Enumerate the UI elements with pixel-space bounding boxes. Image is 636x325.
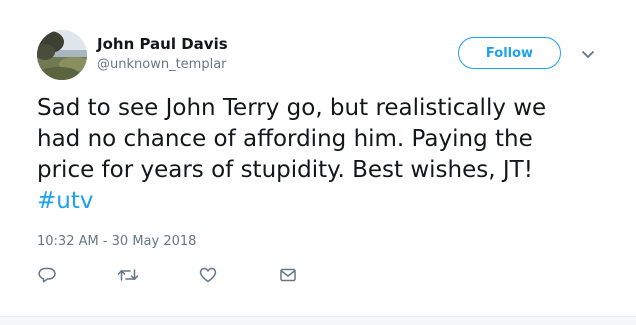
tweet-text-line: had no chance of affording him. Paying t… xyxy=(37,126,533,152)
tweet-timestamp[interactable]: 10:32 AM - 30 May 2018 xyxy=(37,234,196,249)
tweet-card: John Paul Davis @unknown_templar Follow … xyxy=(0,0,636,317)
reply-icon[interactable] xyxy=(37,266,57,284)
tweet-text-line: Sad to see John Terry go, but realistica… xyxy=(37,95,547,121)
chevron-down-icon[interactable] xyxy=(580,46,596,58)
tweet-text: Sad to see John Terry go, but realistica… xyxy=(37,93,617,217)
avatar-image xyxy=(37,30,87,80)
author-handle[interactable]: @unknown_templar xyxy=(97,57,227,72)
retweet-icon[interactable] xyxy=(117,266,139,284)
direct-message-icon[interactable] xyxy=(278,266,298,284)
avatar[interactable] xyxy=(37,30,87,80)
like-icon[interactable] xyxy=(198,266,218,284)
timeline-background xyxy=(0,317,636,325)
hashtag-link[interactable]: #utv xyxy=(37,186,617,217)
follow-button[interactable]: Follow xyxy=(458,37,561,69)
author-name[interactable]: John Paul Davis xyxy=(97,35,228,53)
tweet-text-line: price for years of stupidity. Best wishe… xyxy=(37,157,533,183)
